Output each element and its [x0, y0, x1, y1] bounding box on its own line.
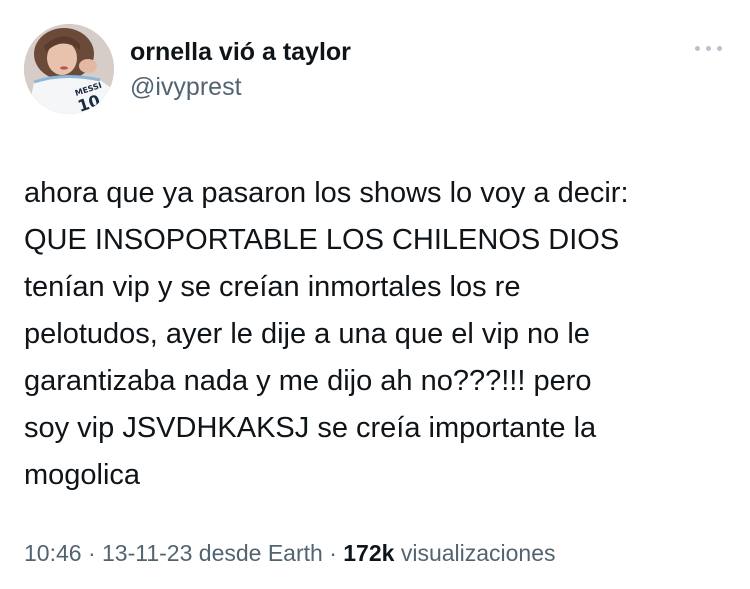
views-label: visualizaciones: [394, 540, 556, 566]
separator-dot: ·: [322, 540, 344, 566]
tweet-text-line: QUE INSOPORTABLE LOS CHILENOS DIOS: [24, 224, 620, 256]
separator-dot: ·: [81, 540, 103, 566]
dot-2: [706, 46, 711, 51]
tweet-text-line: mogolica: [24, 459, 141, 491]
more-options-icon[interactable]: [694, 38, 724, 58]
tweet-text-line: ahora que ya pasaron los shows lo voy a …: [24, 177, 629, 209]
author-handle[interactable]: @ivyprest: [130, 73, 242, 102]
tweet-text: ahora que ya pasaron los shows lo voy a …: [24, 170, 724, 499]
dot-3: [717, 46, 722, 51]
views-count[interactable]: 172k: [343, 540, 394, 566]
tweet-time[interactable]: 10:46: [24, 540, 82, 566]
tweet-text-line: pelotudos, ayer le dije a una que el vip…: [24, 318, 590, 350]
dot-1: [695, 46, 700, 51]
tweet-text-line: tenían vip y se creían inmortales los re: [24, 271, 521, 303]
tweet-card: MESSI 10 ornella vió a taylor @ivyprest …: [0, 0, 750, 589]
tweet-source: desde Earth: [192, 540, 323, 566]
tweet-text-line: soy vip JSVDHKAKSJ se creía importante l…: [24, 412, 597, 444]
tweet-text-line: garantizaba nada y me dijo ah no???!!! p…: [24, 365, 592, 397]
tweet-metadata: 10:46 · 13-11-23 desde Earth · 172k visu…: [24, 540, 556, 567]
author-display-name[interactable]: ornella vió a taylor: [130, 38, 351, 67]
profile-photo-icon: MESSI 10: [24, 24, 114, 114]
tweet-date[interactable]: 13-11-23: [102, 540, 192, 566]
avatar[interactable]: MESSI 10: [24, 24, 114, 114]
